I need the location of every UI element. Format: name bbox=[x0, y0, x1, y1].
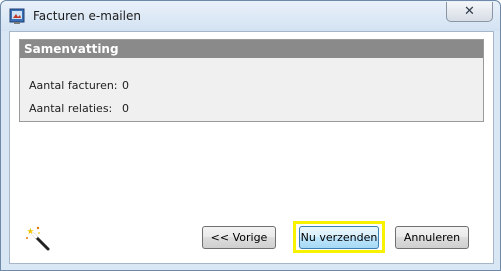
send-now-button[interactable]: Nu verzenden bbox=[299, 226, 379, 249]
magic-wand-icon bbox=[24, 223, 54, 253]
invoice-count-label: Aantal facturen: bbox=[29, 79, 118, 92]
close-icon: ✕ bbox=[464, 4, 475, 19]
window-title: Facturen e-mailen bbox=[33, 9, 141, 23]
previous-button[interactable]: << Vorige bbox=[202, 226, 276, 249]
relation-count-label: Aantal relaties: bbox=[29, 102, 113, 115]
panel-header: Samenvatting bbox=[20, 40, 483, 58]
relation-count-value: 0 bbox=[122, 102, 129, 115]
close-button[interactable]: ✕ bbox=[446, 2, 493, 22]
dialog-content: Samenvatting Aantal facturen: 0 Aantal r… bbox=[9, 31, 494, 264]
invoice-count-value: 0 bbox=[122, 79, 129, 92]
app-window-icon bbox=[9, 8, 25, 24]
cancel-button[interactable]: Annuleren bbox=[395, 226, 469, 249]
title-bar[interactable]: Facturen e-mailen ✕ bbox=[1, 1, 500, 31]
dialog-window: Facturen e-mailen ✕ Samenvatting Aantal … bbox=[0, 0, 501, 271]
summary-panel: Samenvatting Aantal facturen: 0 Aantal r… bbox=[19, 39, 484, 122]
